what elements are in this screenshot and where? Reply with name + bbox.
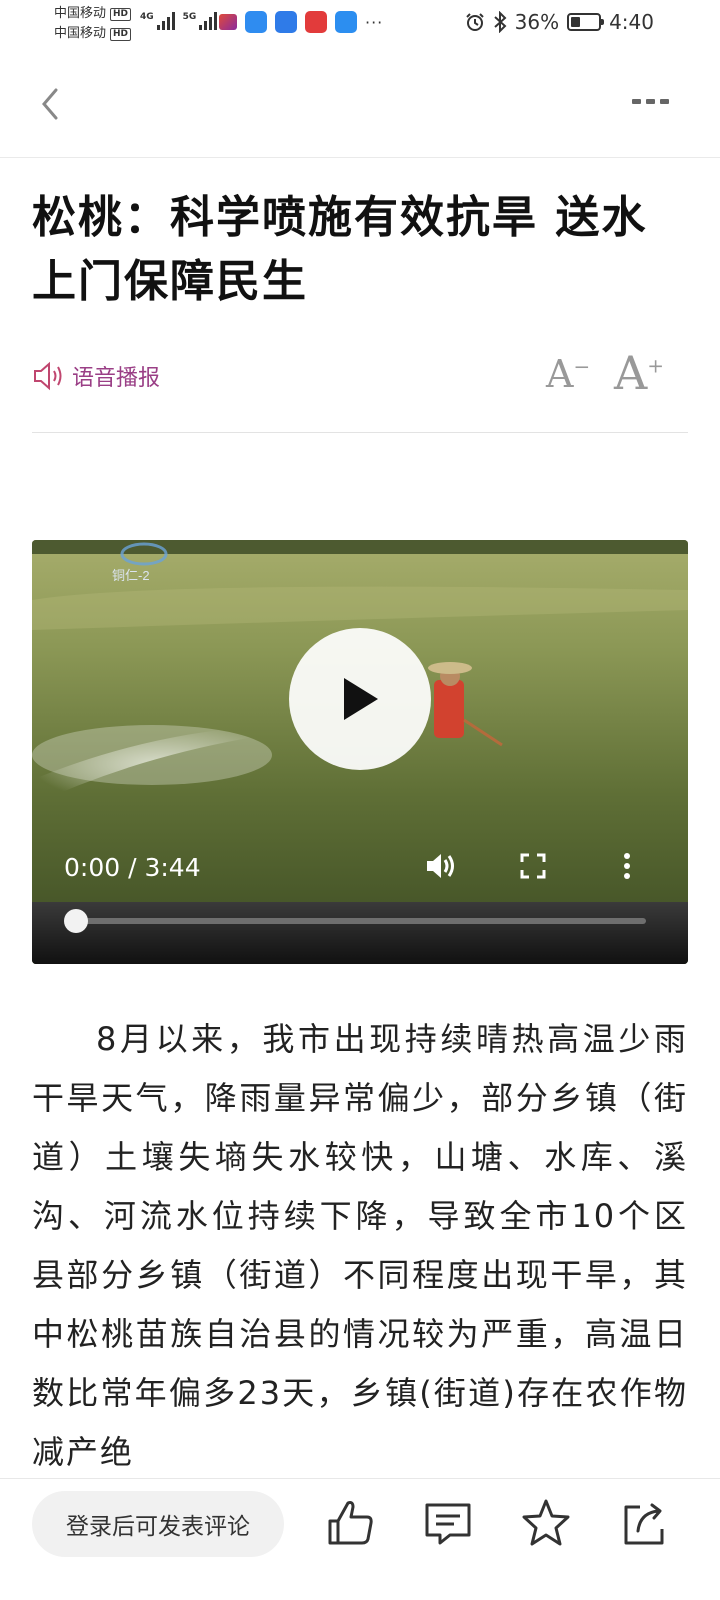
- article-title: 松桃：科学喷施有效抗旱 送水上门保障民生: [32, 192, 648, 307]
- fullscreen-icon: [520, 853, 546, 879]
- favorite-button[interactable]: [518, 1495, 574, 1551]
- font-decrease-button[interactable]: A−: [546, 352, 590, 396]
- video-progress-track[interactable]: [74, 918, 646, 924]
- bottom-bar: 登录后可发表评论: [0, 1478, 720, 1600]
- kebab-icon: [624, 853, 630, 879]
- hd-badge-1: HD: [110, 7, 132, 21]
- video-options-button[interactable]: [609, 848, 645, 884]
- battery-percent: 36%: [514, 10, 560, 34]
- status-right: 36% 4:40: [465, 10, 654, 34]
- share-button[interactable]: [616, 1495, 672, 1551]
- more-notifications-icon: ···: [365, 12, 384, 32]
- net-4g-label: 4G: [140, 12, 154, 22]
- notification-icons: ···: [219, 11, 383, 33]
- signal-4g-icon: 4G: [140, 12, 175, 30]
- star-icon: [522, 1499, 570, 1546]
- like-button[interactable]: [322, 1495, 378, 1551]
- comment-input[interactable]: 登录后可发表评论: [32, 1491, 284, 1557]
- more-button[interactable]: [630, 94, 670, 108]
- article-body: 8月以来，我市出现持续晴热高温少雨干旱天气，降雨量异常偏少，部分乡镇（街道）土壤…: [32, 1020, 688, 1471]
- voice-broadcast-label: 语音播报: [72, 366, 161, 391]
- speaker-icon: [34, 361, 62, 391]
- video-progress-knob[interactable]: [64, 909, 88, 933]
- signal-5g-icon: 5G: [183, 12, 218, 30]
- divider: [32, 432, 688, 433]
- voice-broadcast-button[interactable]: 语音播报: [32, 360, 160, 392]
- news-app-icon: [305, 11, 327, 33]
- comment-button[interactable]: [420, 1495, 476, 1551]
- clock: 4:40: [609, 10, 654, 34]
- carrier-1-label: 中国移动: [54, 6, 107, 21]
- fullscreen-button[interactable]: [515, 848, 551, 884]
- cloud-app-2-icon: [275, 11, 297, 33]
- video-player[interactable]: 铜仁-2 0:00 / 3:44: [32, 540, 688, 964]
- volume-button[interactable]: [422, 848, 458, 884]
- video-watermark: 铜仁-2: [112, 568, 150, 583]
- comment-icon: [425, 1503, 471, 1545]
- font-increase-button[interactable]: A+: [614, 346, 664, 400]
- status-bar: 中国移动 HD 中国移动 HD 4G 5G ··· 36% 4:40: [0, 0, 720, 46]
- nav-bar: [0, 46, 720, 158]
- more-icon: [631, 98, 641, 104]
- hd-badge-2: HD: [110, 27, 132, 41]
- play-button[interactable]: [289, 628, 431, 770]
- play-icon: [344, 678, 378, 720]
- back-button[interactable]: [36, 84, 66, 124]
- video-control-bar: [32, 902, 688, 964]
- net-5g-label: 5G: [182, 12, 197, 22]
- app-notification-icon: [219, 14, 237, 30]
- volume-icon: [427, 854, 454, 878]
- battery-icon: [567, 13, 605, 31]
- like-icon: [328, 1501, 373, 1545]
- carrier-2-label: 中国移动: [54, 26, 107, 41]
- signal-indicators: 4G 5G: [140, 12, 218, 30]
- carrier-info: 中国移动 HD 中国移动 HD: [54, 4, 132, 44]
- alarm-icon: [465, 13, 484, 31]
- cloud-app-icon: [245, 11, 267, 33]
- bluetooth-icon: [493, 11, 507, 33]
- video-time: 0:00 / 3:44: [64, 853, 201, 882]
- share-icon: [624, 1503, 664, 1545]
- weather-app-icon: [335, 11, 357, 33]
- back-icon: [42, 88, 58, 120]
- article-tools: 语音播报 A− A+: [32, 346, 688, 410]
